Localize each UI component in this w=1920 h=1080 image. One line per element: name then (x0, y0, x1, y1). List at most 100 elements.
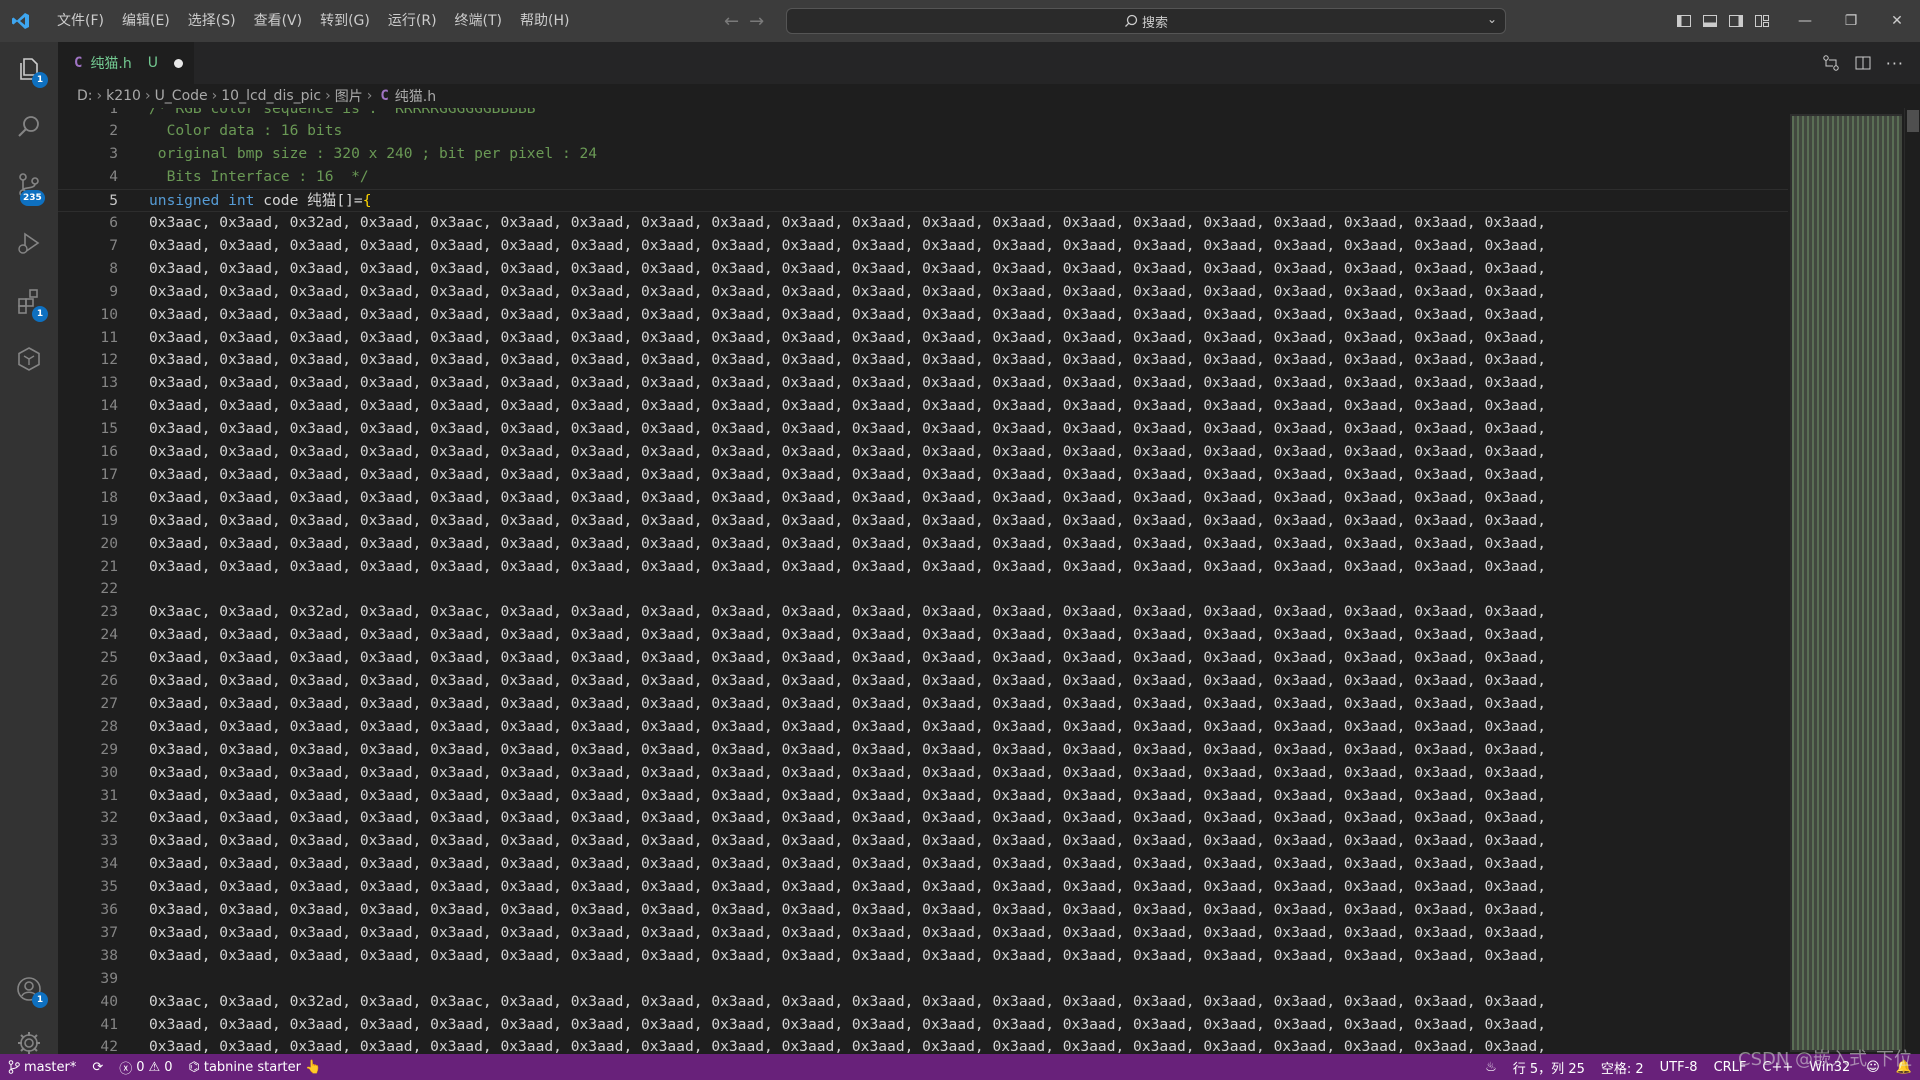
minimize-icon[interactable]: — (1782, 0, 1828, 42)
code-line[interactable]: 5 unsigned int code 纯猫[]={ (58, 189, 1788, 212)
customize-layout-icon[interactable] (1754, 13, 1770, 29)
minimap-slider[interactable] (1790, 114, 1902, 1052)
back-arrow-icon[interactable]: ← (724, 11, 739, 32)
code-line[interactable]: 40 0x3aac, 0x3aad, 0x32ad, 0x3aad, 0x3aac… (58, 991, 1788, 1014)
vertical-scrollbar[interactable] (1904, 108, 1920, 1054)
encoding[interactable]: UTF-8 (1652, 1054, 1706, 1080)
code-line[interactable]: 21 0x3aad, 0x3aad, 0x3aad, 0x3aad, 0x3aad… (58, 556, 1788, 579)
more-actions-icon[interactable]: ··· (1886, 54, 1904, 73)
breadcrumb-item-folder[interactable]: 图片 (335, 86, 363, 106)
source-control-icon[interactable]: 235 (0, 160, 58, 210)
line-number: 30 (100, 763, 118, 781)
cursor-position[interactable]: 行 5，列 25 (1505, 1054, 1593, 1080)
code-line[interactable]: 23 0x3aac, 0x3aad, 0x32ad, 0x3aad, 0x3aac… (58, 601, 1788, 624)
code-line[interactable]: 3 original bmp size : 320 x 240 ; bit pe… (58, 143, 1788, 166)
search-icon[interactable] (0, 102, 58, 152)
line-number: 37 (100, 923, 118, 941)
command-center-search[interactable]: 搜索 ⌄ (786, 8, 1506, 34)
accounts-icon[interactable]: 1 (0, 964, 58, 1014)
code-line[interactable]: 14 0x3aad, 0x3aad, 0x3aad, 0x3aad, 0x3aad… (58, 395, 1788, 418)
code-line[interactable]: 25 0x3aad, 0x3aad, 0x3aad, 0x3aad, 0x3aad… (58, 647, 1788, 670)
code-line[interactable]: 19 0x3aad, 0x3aad, 0x3aad, 0x3aad, 0x3aad… (58, 510, 1788, 533)
breadcrumb-item-file[interactable]: 纯猫.h (395, 86, 436, 106)
run-debug-icon[interactable] (0, 218, 58, 268)
toggle-secondary-sidebar-icon[interactable] (1728, 13, 1744, 29)
problems-status[interactable]: ⓧ 0 ⚠ 0 (111, 1054, 180, 1080)
code-line[interactable]: 33 0x3aad, 0x3aad, 0x3aad, 0x3aad, 0x3aad… (58, 830, 1788, 853)
code-line[interactable]: 31 0x3aad, 0x3aad, 0x3aad, 0x3aad, 0x3aad… (58, 785, 1788, 808)
line-number: 31 (100, 786, 118, 804)
branch-status[interactable]: master* (0, 1054, 84, 1080)
toggle-panel-icon[interactable] (1702, 13, 1718, 29)
toggle-primary-sidebar-icon[interactable] (1676, 13, 1692, 29)
menu-selection[interactable]: 选择(S) (179, 0, 245, 42)
menu-go[interactable]: 转到(G) (311, 0, 379, 42)
breadcrumb-item-k210[interactable]: k210 (106, 88, 141, 104)
code-line[interactable]: 7 0x3aad, 0x3aad, 0x3aad, 0x3aad, 0x3aad,… (58, 235, 1788, 258)
menu-terminal[interactable]: 终端(T) (446, 0, 511, 42)
code-line[interactable]: 42 0x3aad, 0x3aad, 0x3aad, 0x3aad, 0x3aad… (58, 1036, 1788, 1054)
code-line[interactable]: 37 0x3aad, 0x3aad, 0x3aad, 0x3aad, 0x3aad… (58, 922, 1788, 945)
code-line[interactable]: 9 0x3aad, 0x3aad, 0x3aad, 0x3aad, 0x3aad,… (58, 281, 1788, 304)
flame-status[interactable]: ♨ (1477, 1054, 1505, 1080)
tab-untracked-status: U (147, 55, 159, 71)
open-changes-icon[interactable] (1822, 54, 1840, 72)
code-line[interactable]: 41 0x3aad, 0x3aad, 0x3aad, 0x3aad, 0x3aad… (58, 1014, 1788, 1037)
indentation[interactable]: 空格: 2 (1593, 1054, 1652, 1080)
code-text: 0x3aad, 0x3aad, 0x3aad, 0x3aad, 0x3aad, … (149, 351, 1547, 369)
code-line[interactable]: 20 0x3aad, 0x3aad, 0x3aad, 0x3aad, 0x3aad… (58, 533, 1788, 556)
code-line[interactable]: 13 0x3aad, 0x3aad, 0x3aad, 0x3aad, 0x3aad… (58, 372, 1788, 395)
forward-arrow-icon[interactable]: → (749, 11, 764, 32)
menu-view[interactable]: 查看(V) (245, 0, 312, 42)
code-line[interactable]: 1 /* RGB color sequence is : RRRRRGGGGGGB… (58, 108, 1788, 120)
code-line[interactable]: 27 0x3aad, 0x3aad, 0x3aad, 0x3aad, 0x3aad… (58, 693, 1788, 716)
tab-active-file[interactable]: C 纯猫.h U (58, 42, 194, 84)
breadcrumb-item-project[interactable]: 10_lcd_dis_pic (221, 88, 321, 104)
code-line[interactable]: 26 0x3aad, 0x3aad, 0x3aad, 0x3aad, 0x3aad… (58, 670, 1788, 693)
breadcrumb-item-u-code[interactable]: U_Code (155, 88, 208, 104)
code-line[interactable]: 38 0x3aad, 0x3aad, 0x3aad, 0x3aad, 0x3aad… (58, 945, 1788, 968)
code-line[interactable]: 17 0x3aad, 0x3aad, 0x3aad, 0x3aad, 0x3aad… (58, 464, 1788, 487)
explorer-icon[interactable]: 1 (0, 44, 58, 94)
extensions-icon[interactable]: 1 (0, 276, 58, 326)
code-line[interactable]: 18 0x3aad, 0x3aad, 0x3aad, 0x3aad, 0x3aad… (58, 487, 1788, 510)
code-line[interactable]: 24 0x3aad, 0x3aad, 0x3aad, 0x3aad, 0x3aad… (58, 624, 1788, 647)
code-text: 0x3aad, 0x3aad, 0x3aad, 0x3aad, 0x3aad, … (149, 672, 1547, 689)
code-line[interactable]: 6 0x3aac, 0x3aad, 0x32ad, 0x3aad, 0x3aac,… (58, 212, 1788, 235)
code-line[interactable]: 39 (58, 968, 1788, 991)
menu-help[interactable]: 帮助(H) (511, 0, 578, 42)
remote-explorer-icon[interactable] (0, 334, 58, 384)
menu-file[interactable]: 文件(F) (48, 0, 113, 42)
code-editor[interactable]: 1 /* RGB color sequence is : RRRRRGGGGGGB… (58, 108, 1788, 1054)
code-line[interactable]: 22 (58, 578, 1788, 601)
scrollbar-thumb[interactable] (1907, 110, 1919, 132)
tabnine-status[interactable]: ⌬ tabnine starter 👆 (180, 1054, 329, 1080)
restore-icon[interactable]: ❐ (1828, 0, 1874, 42)
close-icon[interactable]: ✕ (1874, 0, 1920, 42)
unsaved-dot-icon[interactable] (174, 58, 184, 68)
sync-status[interactable]: ⟳ (84, 1054, 111, 1080)
code-line[interactable]: 2 Color data : 16 bits (58, 120, 1788, 143)
code-line[interactable]: 36 0x3aad, 0x3aad, 0x3aad, 0x3aad, 0x3aad… (58, 899, 1788, 922)
code-line[interactable]: 32 0x3aad, 0x3aad, 0x3aad, 0x3aad, 0x3aad… (58, 807, 1788, 830)
code-line[interactable]: 12 0x3aad, 0x3aad, 0x3aad, 0x3aad, 0x3aad… (58, 349, 1788, 372)
code-line[interactable]: 15 0x3aad, 0x3aad, 0x3aad, 0x3aad, 0x3aad… (58, 418, 1788, 441)
code-line[interactable]: 30 0x3aad, 0x3aad, 0x3aad, 0x3aad, 0x3aad… (58, 762, 1788, 785)
code-line[interactable]: 29 0x3aad, 0x3aad, 0x3aad, 0x3aad, 0x3aad… (58, 739, 1788, 762)
breadcrumb-item-drive[interactable]: D: (77, 88, 93, 104)
code-line[interactable]: 10 0x3aad, 0x3aad, 0x3aad, 0x3aad, 0x3aad… (58, 304, 1788, 327)
code-line[interactable]: 28 0x3aad, 0x3aad, 0x3aad, 0x3aad, 0x3aad… (58, 716, 1788, 739)
code-line[interactable]: 34 0x3aad, 0x3aad, 0x3aad, 0x3aad, 0x3aad… (58, 853, 1788, 876)
code-line[interactable]: 8 0x3aad, 0x3aad, 0x3aad, 0x3aad, 0x3aad,… (58, 258, 1788, 281)
menu-run[interactable]: 运行(R) (379, 0, 446, 42)
code-line[interactable]: 4 Bits Interface : 16 */ (58, 166, 1788, 189)
minimap[interactable] (1790, 108, 1902, 1054)
split-editor-icon[interactable] (1854, 54, 1872, 72)
code-line[interactable]: 11 0x3aad, 0x3aad, 0x3aad, 0x3aad, 0x3aad… (58, 327, 1788, 350)
code-text: 0x3aac, 0x3aad, 0x32ad, 0x3aad, 0x3aac, … (149, 992, 1547, 1010)
code-line[interactable]: 35 0x3aad, 0x3aad, 0x3aad, 0x3aad, 0x3aad… (58, 876, 1788, 899)
chevron-down-icon[interactable]: ⌄ (1487, 12, 1497, 26)
code-line[interactable]: 16 0x3aad, 0x3aad, 0x3aad, 0x3aad, 0x3aad… (58, 441, 1788, 464)
menu-edit[interactable]: 编辑(E) (113, 0, 179, 42)
status-bar: master* ⟳ ⓧ 0 ⚠ 0 ⌬ tabnine starter 👆 ♨ … (0, 1054, 1920, 1080)
